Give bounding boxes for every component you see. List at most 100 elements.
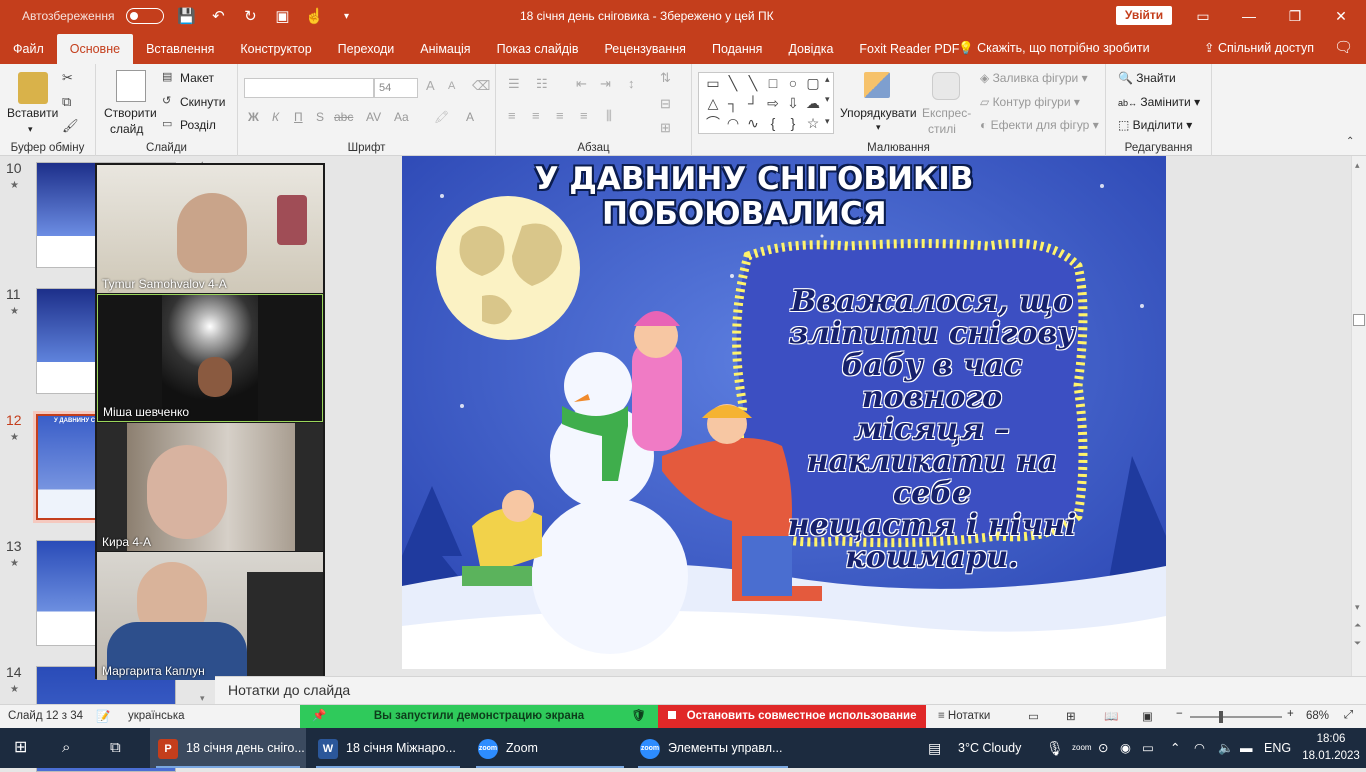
decrease-font-icon[interactable]: A	[448, 80, 455, 92]
reset-button[interactable]: Скинути	[180, 95, 225, 109]
font-size-combo[interactable]: 54	[374, 78, 418, 98]
tab-transitions[interactable]: Переходи	[325, 34, 408, 64]
star-shape-icon[interactable]: ☆	[803, 113, 823, 133]
rounded-rect-shape-icon[interactable]: ▢	[803, 73, 823, 93]
section-icon[interactable]: ▭	[162, 117, 172, 130]
notes-toggle-button[interactable]: ≡ Нотатки	[938, 710, 990, 722]
zoom-slider-thumb[interactable]	[1219, 711, 1224, 723]
brace-left-shape-icon[interactable]: {	[763, 113, 783, 133]
tab-view[interactable]: Подання	[699, 34, 775, 64]
keyboard-language[interactable]: ENG	[1264, 728, 1291, 768]
present-from-start-icon[interactable]: ▣	[272, 7, 292, 25]
taskbar-app-zoom-controls[interactable]: zoom Элементы управл...	[632, 728, 794, 768]
line-shape-icon[interactable]: ╲	[743, 73, 763, 93]
brace-right-shape-icon[interactable]: }	[783, 113, 803, 133]
network-tray-icon[interactable]: ⊙	[1098, 728, 1108, 768]
weather-icon[interactable]: ▤	[928, 728, 941, 768]
touch-mode-icon[interactable]: ☝	[304, 7, 324, 25]
undo-icon[interactable]: ↶	[208, 7, 228, 25]
clear-formatting-icon[interactable]: ⌫	[472, 78, 490, 94]
align-text-icon[interactable]: ⊟	[660, 96, 671, 112]
find-button[interactable]: 🔍 Знайти	[1118, 71, 1176, 85]
quick-styles-button-line2[interactable]: стилі	[928, 122, 956, 136]
connector-shape-icon[interactable]: ┐	[723, 93, 743, 113]
language-indicator[interactable]: українська	[128, 710, 185, 722]
new-slide-button-line2[interactable]: слайд	[110, 122, 143, 136]
reset-icon[interactable]: ↺	[162, 94, 171, 107]
shapes-gallery[interactable]: ▭ ╲ ╲ □ ○ ▢ △ ┐ ┘ ⇨ ⇩ ☁ ⌒ ◠ ∿ { } ☆	[698, 72, 834, 134]
taskbar-clock[interactable]: 18:06 18.01.2023	[1300, 731, 1362, 765]
line-spacing-icon[interactable]: ↕	[628, 76, 635, 91]
slide-canvas[interactable]: У ДАВНИНУ СНІГОВИКІВ ПОБОЮВАЛИСЯ Вважало…	[402, 156, 1166, 669]
oval-shape-icon[interactable]: ○	[783, 73, 803, 93]
justify-icon[interactable]: ≡	[580, 108, 588, 123]
slide-body-text[interactable]: Вважалося, що зліпити снігову бабу в час…	[784, 286, 1080, 574]
font-name-combo[interactable]	[244, 78, 374, 98]
battery-icon[interactable]: ▭	[1142, 728, 1154, 768]
replace-button[interactable]: ab↔ Замінити ▾	[1118, 95, 1200, 109]
tab-review[interactable]: Рецензування	[591, 34, 698, 64]
quick-styles-button[interactable]: Експрес-	[922, 106, 971, 120]
layout-icon[interactable]: ▤	[162, 70, 172, 83]
zoom-in-icon[interactable]: +	[1287, 708, 1294, 720]
slide-scrollbar[interactable]: ▴ ▾ ⏶ ⏷	[1351, 156, 1366, 676]
reading-view-icon[interactable]: 📖	[1104, 709, 1118, 723]
select-button[interactable]: ⬚ Виділити ▾	[1118, 118, 1192, 132]
tab-foxit[interactable]: Foxit Reader PDF	[846, 34, 972, 64]
share-button[interactable]: ⇪ Спільний доступ	[1204, 32, 1314, 64]
arrow-down-shape-icon[interactable]: ⇩	[783, 93, 803, 113]
fit-to-window-icon[interactable]: ⤢	[1344, 709, 1353, 722]
copy-icon[interactable]: ⧉	[62, 94, 71, 110]
section-button[interactable]: Розділ	[180, 118, 216, 132]
increase-indent-icon[interactable]: ⇥	[600, 76, 611, 92]
zoom-tray-icon[interactable]: zoom	[1072, 728, 1092, 768]
shape-fill-button[interactable]: ◈ Заливка фігури ▾	[980, 71, 1088, 85]
cut-icon[interactable]: ✂	[62, 70, 73, 86]
shapes-scroll-down-icon[interactable]: ▾	[825, 94, 830, 105]
italic-button[interactable]: К	[272, 110, 279, 124]
align-center-icon[interactable]: ≡	[532, 108, 540, 123]
scroll-down-icon[interactable]: ▾	[1355, 602, 1360, 613]
collapse-ribbon-icon[interactable]: ⌃	[1346, 136, 1354, 147]
participant-video[interactable]: Маргарита Каплун	[97, 552, 323, 680]
freeform-shape-icon[interactable]: ∿	[743, 113, 763, 133]
ribbon-display-options-icon[interactable]: ▭	[1180, 0, 1226, 32]
previous-slide-icon[interactable]: ⏶	[1354, 620, 1361, 631]
new-slide-button[interactable]: Створити	[104, 106, 157, 120]
redo-icon[interactable]: ↻	[240, 7, 260, 25]
textbox-shape-icon[interactable]: ▭	[703, 73, 723, 93]
arrange-icon[interactable]	[864, 72, 890, 98]
smartart-icon[interactable]: ⊞	[660, 120, 671, 136]
next-slide-icon[interactable]: ⏷	[1354, 638, 1361, 649]
shapes-scroll-up-icon[interactable]: ▴	[825, 74, 830, 85]
zoom-level[interactable]: 68%	[1306, 710, 1329, 722]
tab-slideshow[interactable]: Показ слайдів	[484, 34, 592, 64]
battery-icon[interactable]: ▬	[1240, 728, 1253, 768]
strikethrough-button[interactable]: abc	[334, 110, 353, 124]
tab-home[interactable]: Основне	[56, 34, 134, 64]
align-left-icon[interactable]: ≡	[508, 108, 516, 123]
restore-icon[interactable]: ❐	[1272, 0, 1318, 32]
paste-icon[interactable]	[18, 72, 48, 104]
task-view-icon[interactable]: ⧉	[110, 728, 121, 768]
numbering-icon[interactable]: ☷	[536, 76, 548, 92]
quick-styles-icon[interactable]	[932, 72, 960, 100]
overflow-tray-icon[interactable]: ⌃	[1170, 728, 1180, 768]
weather-text[interactable]: 3°C Cloudy	[958, 728, 1021, 768]
rectangle-shape-icon[interactable]: □	[763, 73, 783, 93]
scroll-down-icon[interactable]: ▾	[200, 693, 205, 704]
arrow-right-shape-icon[interactable]: ⇨	[763, 93, 783, 113]
bold-button[interactable]: Ж	[248, 110, 259, 124]
normal-view-icon[interactable]: ▭	[1028, 709, 1039, 723]
notes-pane[interactable]: Нотатки до слайда	[215, 676, 1366, 704]
shape-outline-button[interactable]: ▱ Контур фігури ▾	[980, 95, 1080, 109]
participant-video[interactable]: Tymur Samohvalov 4-A	[97, 165, 323, 293]
paste-button[interactable]: Вставити	[7, 106, 58, 120]
taskbar-app-powerpoint[interactable]: P 18 січня день сніго...	[150, 728, 306, 768]
slideshow-view-icon[interactable]: ▣	[1142, 709, 1153, 723]
autosave-toggle[interactable]	[126, 8, 165, 24]
align-right-icon[interactable]: ≡	[556, 108, 564, 123]
change-case-button[interactable]: Aa	[394, 110, 409, 124]
layout-button[interactable]: Макет	[180, 71, 214, 85]
comments-icon[interactable]: 🗨	[1334, 32, 1353, 64]
